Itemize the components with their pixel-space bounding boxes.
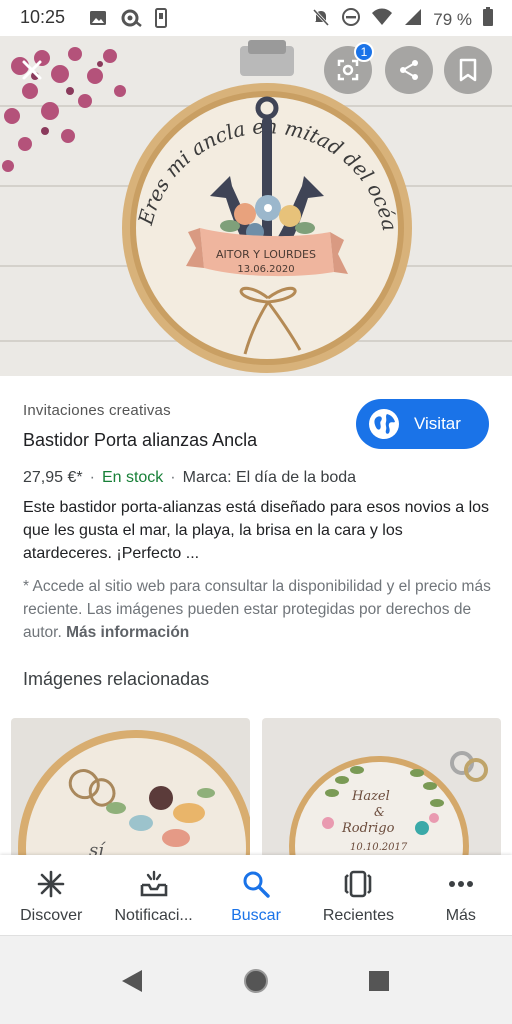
result-title[interactable]: Bastidor Porta alianzas Ancla: [23, 430, 257, 451]
recents-button[interactable]: [364, 966, 394, 996]
status-time: 10:25: [20, 7, 66, 27]
bookmark-button[interactable]: [444, 46, 492, 94]
related-images-heading: Imágenes relacionadas: [23, 669, 210, 689]
availability-note: * Accede al sitio web para consultar la …: [23, 578, 491, 641]
thumb2-line3: Rodrigo: [341, 821, 395, 836]
nav-search[interactable]: Buscar: [205, 855, 307, 935]
page: 10:25 79 % Eres mi ancla e mitad del océ…: [0, 0, 512, 1024]
banner-name: AITOR Y LOURDES: [216, 248, 316, 261]
close-button[interactable]: [10, 48, 54, 92]
thumb2-line1: Hazel: [351, 789, 390, 804]
battery-icon: [482, 7, 494, 32]
dnd-icon: [341, 7, 361, 32]
stock-status: En stock: [101, 469, 164, 486]
stacked-cards-icon: [341, 867, 375, 901]
hero-image[interactable]: Eres mi ancla en mitad del océano AITOR …: [0, 36, 512, 376]
close-icon: [22, 60, 42, 80]
visit-button[interactable]: Visitar: [356, 399, 489, 449]
lens-icon: [337, 59, 359, 81]
bell-tray-icon: [137, 867, 171, 901]
lens-button[interactable]: 1: [324, 42, 374, 94]
result-description: Este bastidor porta-alianzas está diseña…: [23, 499, 490, 562]
brand: Marca: El día de la boda: [182, 469, 357, 486]
more-dots-icon: [444, 867, 478, 901]
nav-discover[interactable]: Discover: [0, 855, 102, 935]
nav-more[interactable]: Más: [410, 855, 512, 935]
result-source[interactable]: Invitaciones creativas: [23, 402, 171, 419]
status-notifications: [88, 8, 168, 33]
gallery-icon: [88, 8, 108, 33]
phone-icon: [154, 8, 168, 33]
system-navigation-bar: [0, 935, 512, 1024]
bookmark-icon: [459, 58, 477, 82]
nav-discover-label: Discover: [20, 907, 83, 924]
recents-square-icon: [369, 971, 389, 991]
nav-notifications-label: Notificaci...: [114, 907, 193, 924]
more-info-link[interactable]: Más información: [66, 624, 189, 641]
back-button[interactable]: [117, 966, 147, 996]
cellular-signal-icon: [403, 7, 423, 32]
share-icon: [400, 60, 418, 80]
status-system-icons: 79 %: [311, 7, 494, 32]
lens-badge: 1: [354, 42, 374, 62]
nav-recent[interactable]: Recientes: [307, 855, 409, 935]
nav-search-label: Buscar: [231, 907, 281, 924]
visit-button-label: Visitar: [414, 414, 461, 433]
nav-notifications[interactable]: Notificaci...: [102, 855, 204, 935]
sync-icon: [120, 8, 142, 33]
thumb2-line4: 10.10.2017: [350, 842, 408, 853]
wifi-icon: [371, 7, 393, 32]
back-triangle-icon: [122, 970, 142, 992]
price: 27,95 €*: [23, 469, 83, 486]
related-image-2[interactable]: Hazel & Rodrigo 10.10.2017: [262, 718, 501, 858]
globe-icon: [369, 409, 399, 439]
search-icon: [239, 867, 273, 901]
result-meta: 27,95 €* · En stock · Marca: El día de la bo…: [23, 469, 357, 486]
thumb2-line2: &: [374, 805, 385, 819]
nav-more-label: Más: [445, 907, 476, 924]
asterisk-icon: [34, 867, 68, 901]
banner-date: 13.06.2020: [237, 264, 294, 275]
bottom-navigation: Discover Notificaci... Buscar Recientes …: [0, 855, 512, 935]
home-button[interactable]: [241, 966, 271, 996]
embroidery-hoop-image: Eres mi ancla en mitad del océano AITOR …: [0, 36, 512, 376]
nav-recent-label: Recientes: [322, 907, 394, 924]
battery-percent: 79 %: [433, 9, 472, 29]
status-bar: 10:25 79 %: [0, 0, 512, 36]
related-image-1[interactable]: sí: [11, 718, 250, 858]
share-button[interactable]: [385, 46, 433, 94]
home-circle-icon: [244, 969, 268, 993]
mute-icon: [311, 7, 331, 32]
